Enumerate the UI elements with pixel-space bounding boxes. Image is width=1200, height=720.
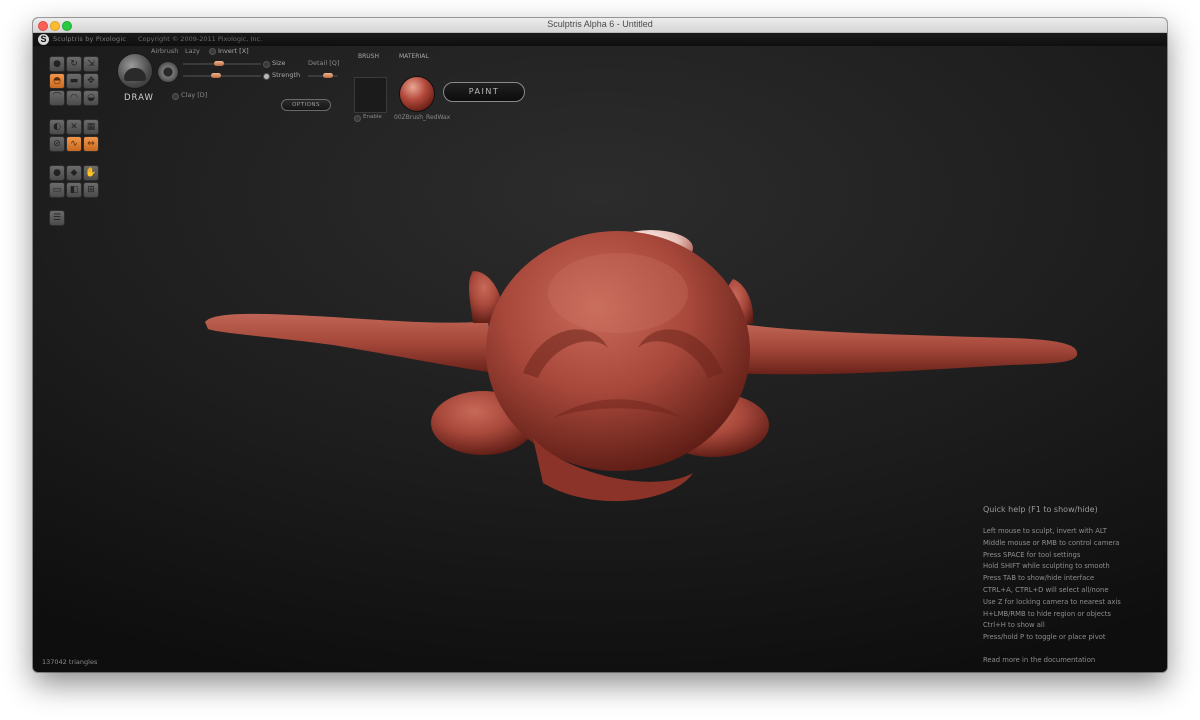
smooth-icon[interactable]: ◒	[83, 90, 99, 106]
strength-slider-knob[interactable]	[211, 73, 221, 78]
help-line: Press TAB to show/hide interface	[983, 574, 1095, 583]
brand-name: Sculptris by Pixologic	[53, 35, 127, 43]
documentation-link[interactable]: Read more in the documentation	[983, 656, 1163, 664]
help-line: Ctrl+H to show all	[983, 621, 1045, 630]
strength-slider-track[interactable]	[183, 75, 261, 77]
help-line: Middle mouse or RMB to control camera	[983, 538, 1120, 547]
help-line: Hold SHIFT while sculpting to smooth	[983, 562, 1110, 571]
invert-label[interactable]: Invert [X]	[218, 47, 249, 55]
inflate-icon[interactable]: ◠	[66, 90, 82, 106]
crease-icon[interactable]: ⌒	[49, 90, 65, 106]
symmetry-icon[interactable]: ◐	[49, 119, 65, 135]
rotate-icon[interactable]: ↻	[66, 56, 82, 72]
reduce-icon[interactable]: ⊘	[49, 136, 65, 152]
quick-help-title: Quick help (F1 to show/hide)	[983, 505, 1098, 514]
radius-icon[interactable]	[157, 61, 179, 83]
window-title: Sculptris Alpha 6 - Untitled	[547, 19, 653, 29]
wireframe-icon[interactable]: ✕	[66, 119, 82, 135]
brand-bar: S Sculptris by Pixologic Copyright © 200…	[33, 33, 1167, 46]
sphere-icon[interactable]: ●	[49, 56, 65, 72]
mask-icon[interactable]: ●	[49, 165, 65, 181]
detail-slider-knob[interactable]	[323, 73, 333, 78]
move-icon[interactable]: ✥	[83, 73, 99, 89]
enable-checkbox[interactable]	[354, 115, 361, 122]
draw-brush-icon[interactable]	[117, 53, 153, 89]
grid-icon[interactable]: ▦	[83, 119, 99, 135]
tool-name: DRAW	[124, 93, 154, 103]
invert-checkbox[interactable]	[209, 48, 216, 55]
size-checkbox[interactable]	[263, 61, 270, 68]
subdivide-icon[interactable]: ∿	[66, 136, 82, 152]
help-line: Press SPACE for tool settings	[983, 550, 1081, 559]
detail-label[interactable]: Detail [Q]	[308, 59, 339, 67]
sculptris-logo-icon: S	[38, 34, 49, 45]
help-line: Use Z for locking camera to nearest axis	[983, 597, 1121, 606]
strength-checkbox[interactable]	[263, 73, 270, 80]
merge-icon[interactable]: ⊞	[83, 182, 99, 198]
size-slider-knob[interactable]	[214, 61, 224, 66]
copyright-text: Copyright © 2009-2011 Pixologic, Inc.	[138, 35, 263, 43]
mirror-icon[interactable]: ⇔	[83, 136, 99, 152]
clay-checkbox[interactable]	[172, 93, 179, 100]
scale-icon[interactable]: ⇲	[83, 56, 99, 72]
help-line: Press/hold P to toggle or place pivot	[983, 633, 1106, 642]
title-bar: Sculptris Alpha 6 - Untitled	[33, 18, 1167, 33]
airbrush-label[interactable]: Airbrush	[151, 47, 178, 55]
paint-button[interactable]: PAINT	[443, 82, 525, 102]
pinch-icon[interactable]: ◆	[66, 165, 82, 181]
material-swatch[interactable]	[399, 76, 435, 112]
draw-icon[interactable]: ◓	[49, 73, 65, 89]
lower-icon[interactable]: ▭	[49, 182, 65, 198]
material-header: MATERIAL	[399, 53, 429, 60]
grab-icon[interactable]: ✋	[83, 165, 99, 181]
flatten-icon[interactable]: ▬	[66, 73, 82, 89]
sculpt-viewport[interactable]: S Sculptris by Pixologic Copyright © 200…	[33, 33, 1167, 672]
help-line: Left mouse to sculpt, invert with ALT	[983, 527, 1107, 535]
help-line: CTRL+A, CTRL+D will select all/none	[983, 585, 1109, 594]
menu-icon[interactable]: ☰	[49, 210, 65, 226]
size-label: Size	[272, 59, 286, 67]
material-name: 00ZBrush_RedWax	[394, 114, 451, 121]
app-window: Sculptris Alpha 6 - Untitled S Sculptris…	[33, 18, 1167, 672]
lazy-label[interactable]: Lazy	[185, 47, 200, 55]
clay-label[interactable]: Clay [D]	[181, 91, 207, 99]
help-line: H+LMB/RMB to hide region or objects	[983, 609, 1111, 618]
quick-help-panel: Quick help (F1 to show/hide) Left mouse …	[983, 505, 1163, 664]
options-button[interactable]: OPTIONS	[281, 99, 331, 111]
triangle-count: 137042 triangles	[42, 658, 98, 666]
brush-header: BRUSH	[358, 53, 379, 60]
brush-swatch[interactable]	[354, 77, 387, 113]
strength-label: Strength	[272, 71, 301, 79]
enable-label[interactable]: Enable	[363, 114, 382, 120]
hide-icon[interactable]: ◧	[66, 182, 82, 198]
